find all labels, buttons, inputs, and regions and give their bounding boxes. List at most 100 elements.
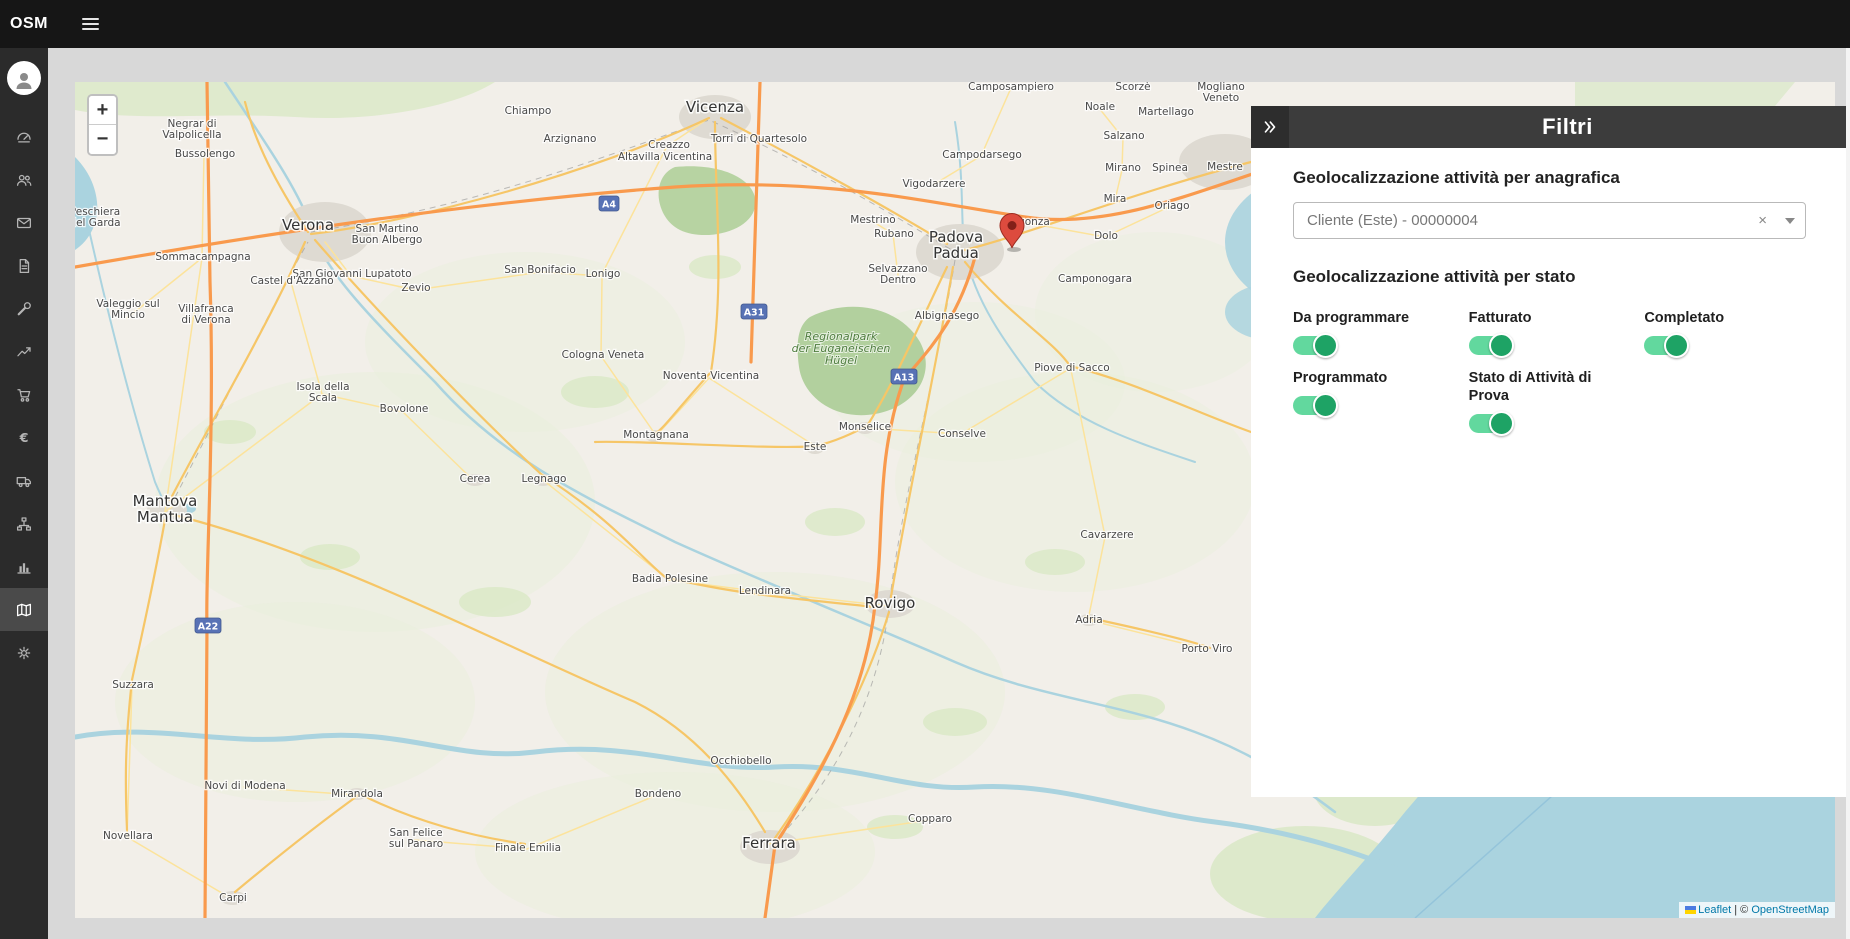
map-label-town: Oriago	[1154, 200, 1189, 212]
sidebar-item-documents[interactable]	[0, 244, 48, 287]
map-label-city: Verona	[282, 216, 334, 234]
map-label-town: San Bonifacio	[504, 264, 576, 276]
map-label-town: Buon Albergo	[352, 234, 423, 246]
toggle-label-da-programmare: Da programmare	[1293, 309, 1453, 327]
map-label-town: Novi di Modena	[204, 780, 285, 792]
document-icon	[15, 257, 33, 275]
anagrafica-select[interactable]: Cliente (Este) - 00000004 ×	[1293, 202, 1806, 239]
map-label-town: Carpi	[219, 892, 247, 904]
map-label-town: Vigodarzere	[903, 178, 966, 190]
map-attribution: Leaflet | © OpenStreetMap	[1679, 902, 1835, 918]
main-content: VeronaVicenzaPadovaPaduaRovigoMantovaMan…	[48, 48, 1850, 939]
openstreetmap-link[interactable]: OpenStreetMap	[1751, 904, 1829, 916]
map-label-town: Albignasego	[915, 310, 979, 322]
map-label-park: Hügel	[825, 354, 857, 367]
sidebar-item-workflow[interactable]	[0, 502, 48, 545]
map-label-city: Mantua	[137, 508, 193, 526]
motorway-shield-A22: A22	[195, 618, 221, 633]
truck-icon	[15, 472, 33, 490]
map-label-town: Rubano	[874, 228, 914, 240]
app-logo: OSM	[0, 15, 62, 33]
map-label-town: Spinea	[1152, 162, 1188, 174]
map-label-town: Camponogara	[1058, 273, 1132, 285]
map-label-town: Torri di Quartesolo	[710, 133, 807, 145]
sidebar-item-settings[interactable]	[0, 631, 48, 674]
map-label-town: Conselve	[938, 428, 986, 440]
clear-x-icon[interactable]: ×	[1746, 212, 1779, 229]
map-label-town: Zevio	[401, 282, 430, 294]
sidebar-item-users[interactable]	[0, 158, 48, 201]
map-label-town: Legnago	[522, 473, 567, 485]
map-label-town: Bondeno	[635, 788, 682, 800]
section-anagrafica-title: Geolocalizzazione attività per anagrafic…	[1293, 168, 1806, 188]
map-label-town: Cologna Veneta	[562, 349, 645, 361]
toggle-label-fatturato: Fatturato	[1469, 309, 1629, 327]
map-label-town: Camposampiero	[968, 82, 1054, 93]
filters-panel-header: Filtri	[1251, 106, 1846, 148]
collapse-right-icon	[1261, 118, 1279, 136]
wrench-icon	[15, 300, 33, 318]
map-label-town: Salzano	[1103, 130, 1144, 142]
attribution-separator: | ©	[1731, 904, 1751, 916]
svg-text:A4: A4	[602, 200, 616, 211]
map-label-town: Porto Viro	[1182, 643, 1233, 655]
sidebar-item-tools[interactable]	[0, 287, 48, 330]
map-label-town: Finale Emilia	[495, 842, 561, 854]
sidebar-item-mail[interactable]	[0, 201, 48, 244]
map-label-town: Arzignano	[544, 133, 597, 145]
anagrafica-select-value: Cliente (Este) - 00000004	[1307, 212, 1746, 229]
chart-line-icon	[15, 343, 33, 361]
hamburger-menu-icon[interactable]	[76, 12, 105, 36]
toggles-grid: Da programmare Fatturato Completato Program…	[1293, 309, 1806, 433]
map-icon	[15, 601, 33, 619]
sidebar-item-dashboard[interactable]	[0, 115, 48, 158]
map-label-town: Mirandola	[331, 788, 383, 800]
map-label-town: Suzzara	[112, 679, 154, 691]
toggle-switch-stato-attivita-prova[interactable]	[1469, 414, 1511, 433]
sidebar-item-stats[interactable]	[0, 545, 48, 588]
map-label-town: Mincio	[111, 309, 145, 321]
sitemap-icon	[15, 515, 33, 533]
sidebar-item-cart[interactable]	[0, 373, 48, 416]
sidebar-item-logistics[interactable]	[0, 459, 48, 502]
toggle-cell-programmato: Programmato	[1293, 369, 1455, 415]
map-label-town: Campodarsego	[942, 149, 1022, 161]
map-label-city: Ferrara	[742, 834, 796, 852]
map-label-town: Lonigo	[586, 268, 621, 280]
toggle-cell-completato: Completato	[1644, 309, 1806, 355]
sidebar-item-billing[interactable]	[0, 416, 48, 459]
toggle-switch-programmato[interactable]	[1293, 396, 1335, 415]
leaflet-link[interactable]: Leaflet	[1698, 904, 1731, 916]
panel-title: Filtri	[1289, 106, 1846, 148]
map-label-town: Piove di Sacco	[1034, 362, 1109, 374]
euro-icon	[15, 429, 33, 447]
map-label-town: sul Panaro	[389, 838, 443, 850]
toggle-switch-completato[interactable]	[1644, 336, 1686, 355]
toggle-switch-da-programmare[interactable]	[1293, 336, 1335, 355]
map-label-town: Veneto	[1203, 92, 1239, 104]
caret-down-icon[interactable]	[1785, 218, 1795, 224]
toggle-knob	[1313, 333, 1338, 358]
zoom-in-button[interactable]: +	[89, 96, 116, 125]
map-label-town: Altavilla Vicentina	[618, 151, 712, 163]
map-label-town: Valpolicella	[162, 129, 221, 141]
map-label-town: Badia Polesine	[632, 573, 708, 585]
map-label-town: Scala	[309, 392, 337, 404]
gear-icon	[15, 644, 33, 662]
user-avatar-icon	[12, 68, 36, 92]
toggle-switch-fatturato[interactable]	[1469, 336, 1511, 355]
scrollbar-track[interactable]	[1846, 48, 1850, 939]
map-label-town: Sommacampagna	[155, 251, 250, 263]
shopping-cart-icon	[15, 386, 33, 404]
sidebar-item-map[interactable]	[0, 588, 48, 631]
zoom-out-button[interactable]: −	[89, 125, 116, 154]
mail-icon	[15, 214, 33, 232]
filters-panel: Filtri Geolocalizzazione attività per an…	[1251, 106, 1846, 797]
sidebar-item-reports[interactable]	[0, 330, 48, 373]
map-label-town: Occhiobello	[710, 755, 771, 767]
panel-collapse-button[interactable]	[1251, 106, 1289, 148]
bar-chart-icon	[15, 558, 33, 576]
toggle-cell-stato-attivita-prova: Stato di Attività di Prova	[1469, 369, 1631, 433]
map-label-town: Monselice	[839, 421, 891, 433]
user-avatar[interactable]	[7, 61, 41, 95]
